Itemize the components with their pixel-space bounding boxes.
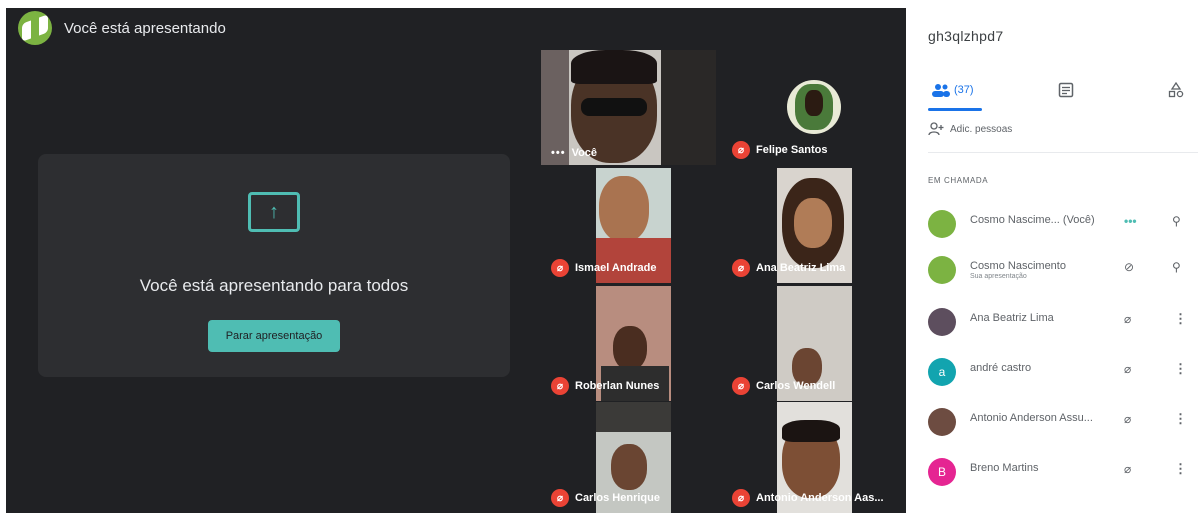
muted-mic-icon: ⌀ <box>551 489 569 507</box>
muted-mic-icon: ⌀ <box>732 489 750 507</box>
add-people-label: Adic. pessoas <box>950 123 1013 135</box>
present-screen-icon: ↑ <box>248 192 300 232</box>
tile-label-self: ••• Você <box>551 147 598 159</box>
tile-label-carlos-wendell: ⌀ Carlos Wendell <box>732 377 835 395</box>
tab-chat[interactable] <box>1058 72 1074 108</box>
add-person-icon <box>928 122 944 136</box>
muted-mic-icon: ⌀ <box>551 259 569 277</box>
video-tile-self[interactable]: ••• Você <box>541 50 716 165</box>
muted-mic-icon: ⌀ <box>1124 412 1132 426</box>
participant-row[interactable]: B Breno Martins ⌀ ⋮ <box>906 450 1198 498</box>
more-options-icon[interactable]: ⋮ <box>1174 361 1187 377</box>
video-tile-felipe[interactable]: ⌀ Felipe Santos <box>722 50 897 165</box>
avatar <box>928 308 956 336</box>
tile-label-ana: ⌀ Ana Beatriz Lima <box>732 259 845 277</box>
tab-activities[interactable] <box>1168 72 1184 108</box>
muted-mic-icon: ⌀ <box>1124 312 1132 326</box>
tile-label-roberlan: ⌀ Roberlan Nunes <box>551 377 659 395</box>
in-call-section-label: EM CHAMADA <box>928 176 989 185</box>
people-icon <box>932 84 950 97</box>
divider <box>928 152 1198 153</box>
more-options-icon[interactable]: ••• <box>551 147 566 159</box>
muted-mic-icon: ⌀ <box>1124 462 1132 476</box>
add-people-button[interactable]: Adic. pessoas <box>928 122 1012 136</box>
muted-mic-icon: ⌀ <box>732 259 750 277</box>
chat-icon <box>1058 82 1074 98</box>
pin-icon[interactable]: ⚲ <box>1172 260 1181 274</box>
avatar <box>928 408 956 436</box>
presenting-banner-text: Você está apresentando <box>64 19 226 37</box>
presentation-message: Você está apresentando para todos <box>139 276 409 295</box>
participant-name: Breno Martins <box>970 462 1039 474</box>
tile-label-ismael: ⌀ Ismael Andrade <box>551 259 657 277</box>
shapes-icon <box>1168 82 1184 98</box>
more-options-icon[interactable]: ⋮ <box>1174 311 1187 327</box>
avatar: B <box>928 458 956 486</box>
people-count: (37) <box>954 84 974 96</box>
video-tile-ismael[interactable]: ⌀ Ismael Andrade <box>541 168 716 283</box>
participant-name: Cosmo Nascime... (Você) <box>970 214 1095 226</box>
video-tile-antonio[interactable]: ⌀ Antonio Anderson Aas... <box>722 402 897 513</box>
participant-row[interactable]: Cosmo Nascimento Sua apresentação ⊘ ⚲ <box>906 248 1198 296</box>
more-options-icon[interactable]: ⋮ <box>1174 411 1187 427</box>
tile-label-carlos-henrique: ⌀ Carlos Henrique <box>551 489 660 507</box>
app-logo <box>18 11 52 45</box>
sidebar-tabs: (37) <box>906 72 1198 112</box>
pin-icon[interactable]: ⚲ <box>1172 214 1181 228</box>
muted-mic-icon: ⌀ <box>1124 362 1132 376</box>
participant-name: Ana Beatriz Lima <box>970 312 1054 324</box>
meeting-stage: Você está apresentando ↑ Você está apres… <box>0 0 906 513</box>
participant-row[interactable]: Ana Beatriz Lima ⌀ ⋮ <box>906 300 1198 348</box>
more-options-icon[interactable]: ⋮ <box>1174 461 1187 477</box>
participant-name: Antonio Anderson Assu... <box>970 412 1093 424</box>
tab-people[interactable]: (37) <box>932 72 974 108</box>
participant-subtitle: Sua apresentação <box>970 273 1027 280</box>
muted-mic-icon: ⌀ <box>732 141 750 159</box>
video-off-icon: ⊘ <box>1124 260 1135 274</box>
presenting-banner: Você está apresentando <box>18 8 226 48</box>
participant-row[interactable]: a andré castro ⌀ ⋮ <box>906 350 1198 398</box>
participant-row[interactable]: Antonio Anderson Assu... ⌀ ⋮ <box>906 400 1198 448</box>
video-tile-carlos-wendell[interactable]: ⌀ Carlos Wendell <box>722 286 897 401</box>
presentation-card: ↑ Você está apresentando para todos Para… <box>38 154 510 377</box>
video-tile-ana[interactable]: ⌀ Ana Beatriz Lima <box>722 168 897 283</box>
stop-presentation-button[interactable]: Parar apresentação <box>207 320 341 352</box>
participant-row[interactable]: Cosmo Nascime... (Você) ••• ⚲ <box>906 202 1198 250</box>
avatar <box>928 256 956 284</box>
muted-mic-icon: ⌀ <box>551 377 569 395</box>
tile-label-felipe: ⌀ Felipe Santos <box>732 141 828 159</box>
active-tab-indicator <box>928 108 982 111</box>
avatar: a <box>928 358 956 386</box>
avatar <box>928 210 956 238</box>
people-sidebar: gh3qlzhpd7 (37) Adic. pessoas EM CHAMADA… <box>906 0 1198 513</box>
speaking-indicator-icon: ••• <box>1124 214 1137 228</box>
video-tile-roberlan[interactable]: ⌀ Roberlan Nunes <box>541 286 716 401</box>
tile-label-antonio: ⌀ Antonio Anderson Aas... <box>732 489 884 507</box>
video-tile-carlos-henrique[interactable]: ⌀ Carlos Henrique <box>541 402 716 513</box>
participant-grid: ••• Você ⌀ Felipe Santos ⌀ Ismael Andrad… <box>541 50 897 513</box>
participant-name: andré castro <box>970 362 1032 374</box>
participant-name: Cosmo Nascimento <box>970 260 1066 272</box>
muted-mic-icon: ⌀ <box>732 377 750 395</box>
meeting-code: gh3qlzhpd7 <box>928 28 1004 44</box>
